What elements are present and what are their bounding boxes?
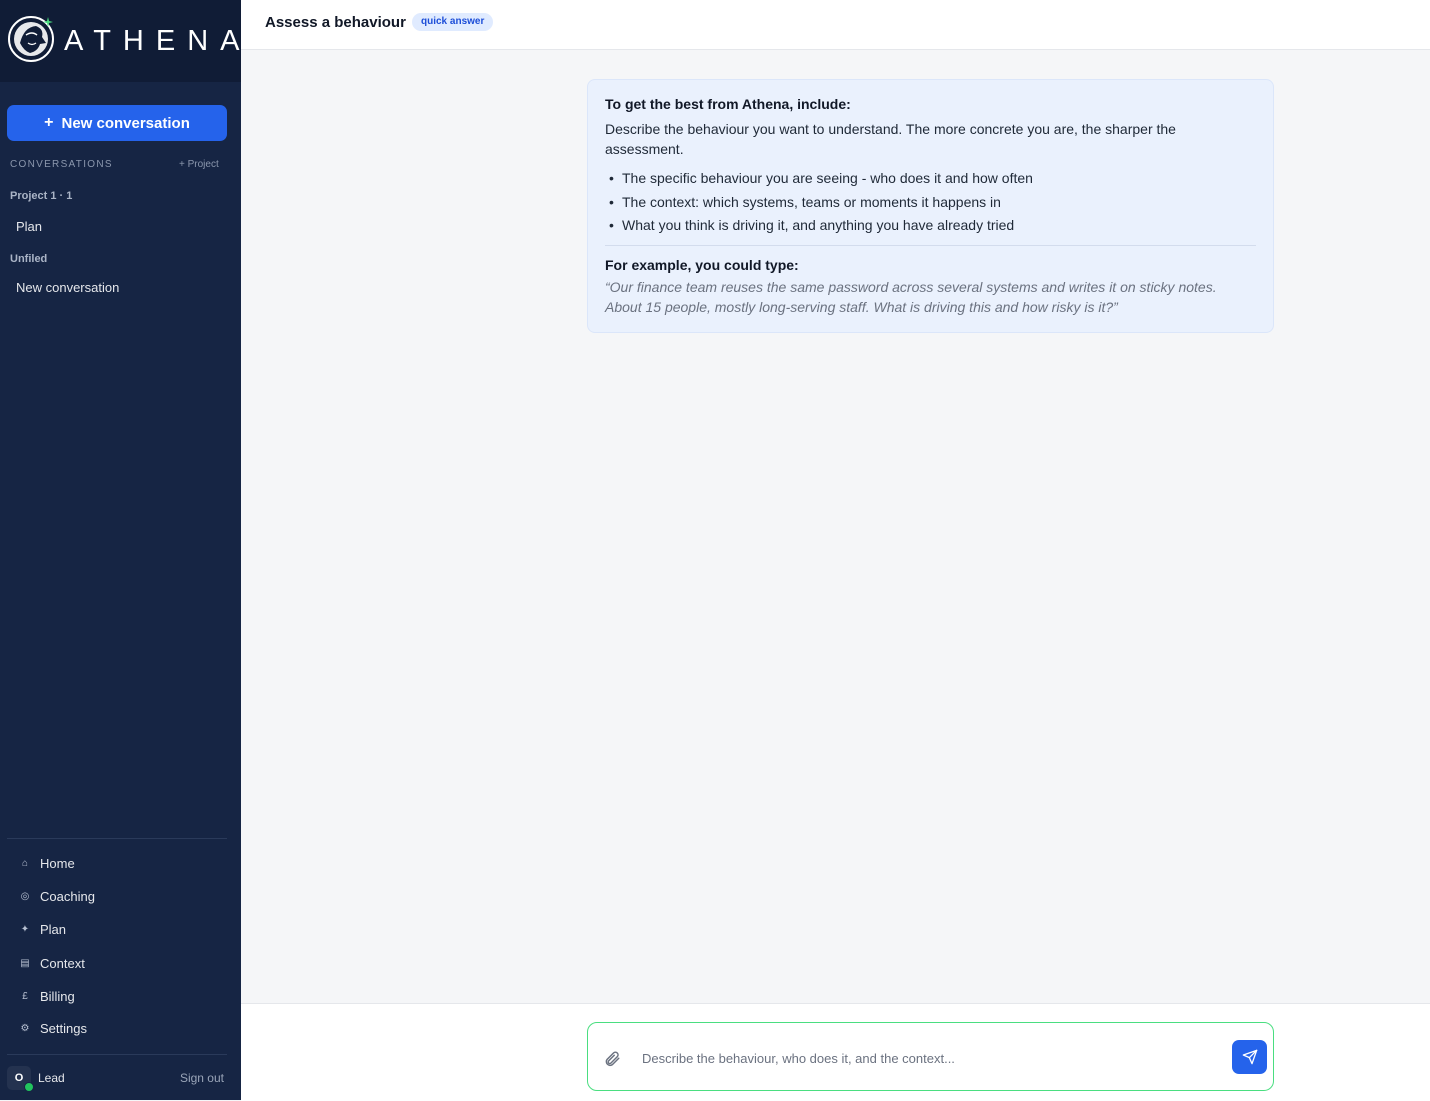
send-icon	[1242, 1049, 1257, 1065]
nav-item-context[interactable]: ▤ Context	[18, 953, 85, 973]
new-conversation-label: New conversation	[61, 114, 190, 132]
nav-item-label: Home	[40, 855, 75, 871]
guidance-bullet: The context: which systems, teams or mom…	[605, 191, 1256, 215]
billing-icon: £	[22, 990, 28, 1002]
message-composer	[587, 1022, 1274, 1091]
user-row: O Lead Sign out	[7, 1066, 227, 1092]
guidance-bullet: What you think is driving it, and anythi…	[605, 214, 1256, 238]
guidance-bullet: The specific behaviour you are seeing - …	[605, 167, 1256, 191]
guidance-intro: Describe the behaviour you want to under…	[605, 121, 1176, 157]
nav-item-label: Settings	[40, 1020, 87, 1036]
paperclip-icon[interactable]	[603, 1050, 621, 1068]
home-icon: ⌂	[21, 857, 29, 869]
sidebar-divider	[7, 1054, 227, 1055]
nav-item-home[interactable]: ⌂ Home	[18, 853, 75, 873]
nav-item-coaching[interactable]: ◎ Coaching	[18, 886, 95, 906]
sidebar: ATHENA + New conversation CONVERSATIONS …	[0, 0, 241, 1100]
message-input[interactable]	[640, 1045, 1224, 1071]
plus-icon: +	[44, 114, 54, 131]
top-header: Assess a behaviour quick answer	[241, 0, 1430, 50]
example-text: “Our finance team reuses the same passwo…	[605, 278, 1217, 315]
guidance-bullets: The specific behaviour you are seeing - …	[605, 167, 1256, 238]
nav-item-billing[interactable]: £ Billing	[18, 986, 75, 1006]
send-button[interactable]	[1232, 1040, 1267, 1074]
guidance-card: To get the best from Athena, include: De…	[587, 79, 1274, 333]
conversations-heading: CONVERSATIONS	[10, 159, 113, 170]
page-title: Assess a behaviour	[265, 14, 406, 31]
sign-out-link[interactable]: Sign out	[180, 1071, 224, 1085]
example-heading: For example, you could type:	[605, 256, 799, 273]
guidance-heading: To get the best from Athena, include:	[605, 96, 851, 112]
athena-logo-icon	[8, 16, 54, 62]
nav-item-plan[interactable]: ✦ Plan	[18, 919, 66, 939]
user-role: Lead	[38, 1071, 65, 1085]
logo-bar: ATHENA	[0, 0, 241, 82]
nav-item-label: Billing	[40, 988, 75, 1004]
plan-icon: ✦	[20, 923, 30, 935]
unfiled-group-label: Unfiled	[10, 253, 48, 265]
new-conversation-button[interactable]: + New conversation	[7, 105, 227, 141]
sidebar-divider	[7, 838, 227, 839]
settings-icon: ⚙	[20, 1022, 30, 1034]
online-status-dot	[24, 1082, 34, 1092]
nav-item-settings[interactable]: ⚙ Settings	[18, 1018, 87, 1038]
context-icon: ▤	[20, 957, 30, 969]
conversation-item-plan[interactable]: Plan	[16, 219, 42, 234]
guidance-divider	[605, 244, 1256, 246]
add-project-button[interactable]: + Project	[179, 159, 219, 170]
nav-item-label: Coaching	[40, 888, 95, 904]
project-group-label[interactable]: Project 1 · 1	[10, 190, 72, 202]
brand-wordmark: ATHENA	[64, 25, 252, 57]
nav-item-label: Context	[40, 955, 85, 971]
nav-item-label: Plan	[40, 921, 67, 937]
conversation-item-new[interactable]: New conversation	[16, 280, 119, 295]
mode-badge: quick answer	[412, 13, 494, 31]
coaching-icon: ◎	[20, 890, 30, 902]
